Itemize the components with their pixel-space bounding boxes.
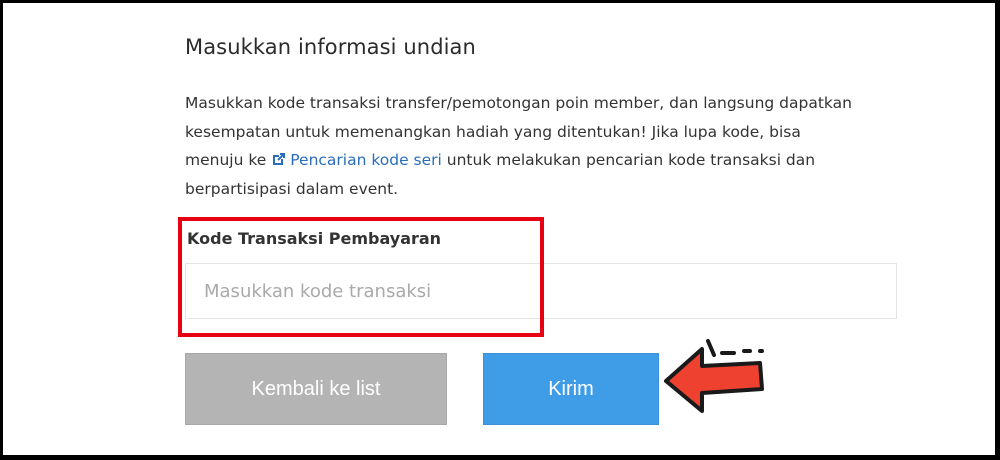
submit-button[interactable]: Kirim	[483, 353, 659, 425]
transaction-code-label: Kode Transaksi Pembayaran	[187, 229, 442, 248]
description-line: kesempatan untuk memenangkan hadiah yang…	[185, 122, 801, 141]
description-line: berpartisipasi dalam event.	[185, 179, 399, 198]
external-link-icon	[273, 153, 286, 165]
back-to-list-button[interactable]: Kembali ke list	[185, 353, 447, 425]
serial-code-search-link[interactable]: Pencarian kode seri	[271, 151, 442, 169]
screenshot-frame: Masukkan informasi undian Masukkan kode …	[0, 0, 1000, 460]
description-text: menuju ke	[185, 151, 272, 169]
description-text: untuk melakukan pencarian kode transaksi…	[441, 151, 816, 169]
arrow-left-icon	[664, 339, 764, 413]
description-line: Masukkan kode transaksi transfer/pemoton…	[185, 94, 852, 112]
description: Masukkan kode transaksi transfer/pemoton…	[185, 89, 905, 203]
page-title: Masukkan informasi undian	[185, 35, 476, 59]
description-line: menuju ke Pencarian kode seri untuk mela…	[185, 146, 905, 175]
link-label: Pencarian kode seri	[290, 151, 442, 169]
transaction-code-input[interactable]	[185, 263, 897, 319]
